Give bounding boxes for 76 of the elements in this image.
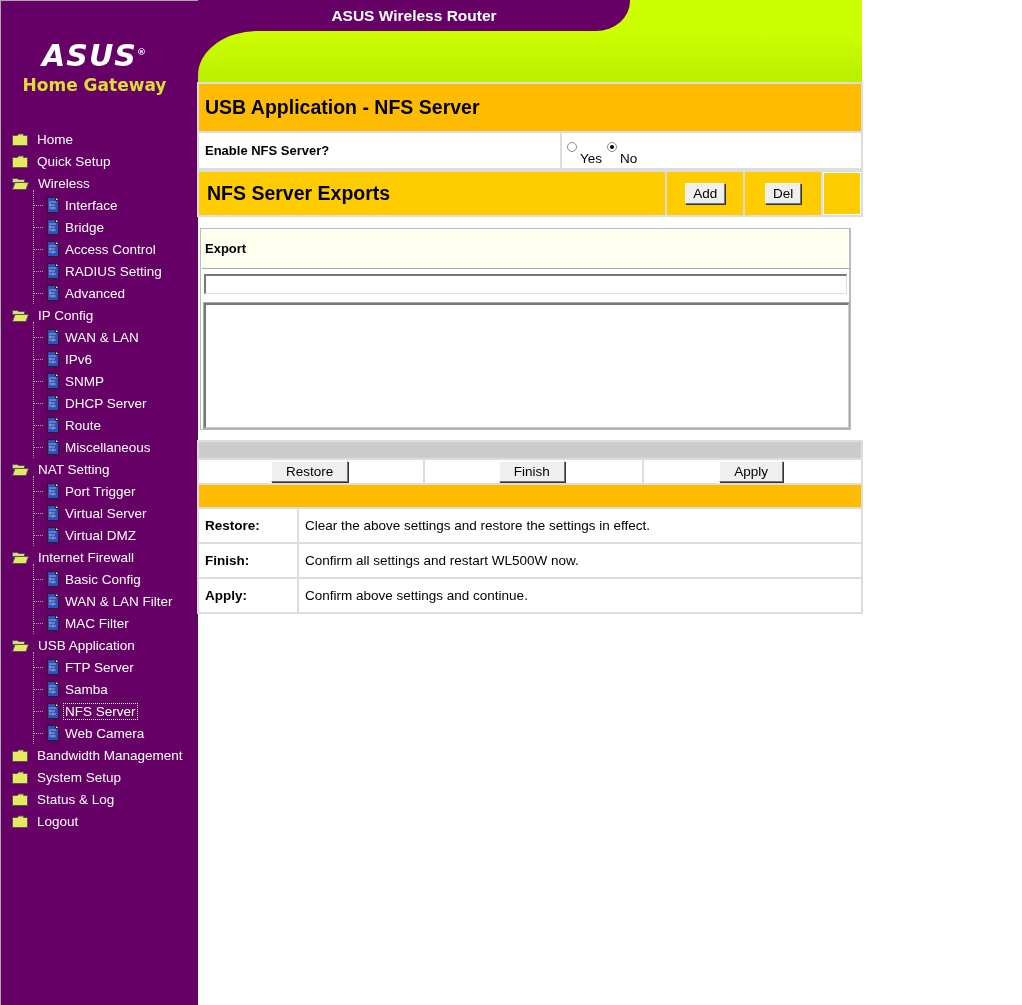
help-description: Clear the above settings and restore the settings in effect. — [299, 509, 861, 542]
radio-label: Yes — [580, 150, 603, 166]
sidebar-item[interactable]: Basic Config — [63, 570, 143, 588]
document-icon — [47, 241, 59, 257]
document-icon — [47, 285, 59, 301]
sidebar-item[interactable]: Home — [35, 130, 75, 148]
sidebar-item[interactable]: IPv6 — [63, 350, 94, 368]
field-label: Enable NFS Server? — [199, 133, 560, 168]
sidebar-item[interactable]: WAN & LAN Filter — [63, 592, 175, 610]
delete-button[interactable]: Del — [765, 183, 802, 204]
sidebar-item[interactable]: Access Control — [63, 240, 158, 258]
sidebar-item[interactable]: IP Config — [36, 306, 96, 324]
sidebar-item[interactable]: Port Trigger — [63, 482, 138, 500]
sidebar-item[interactable]: Miscellaneous — [63, 438, 153, 456]
sidebar-item[interactable]: Logout — [35, 812, 81, 830]
finish-button[interactable]: Finish — [498, 461, 565, 482]
document-icon — [47, 505, 59, 521]
sidebar-item[interactable]: Route — [63, 416, 104, 434]
header-title: ASUS Wireless Router — [331, 6, 497, 25]
document-icon — [47, 417, 59, 433]
document-icon — [47, 329, 59, 345]
document-icon — [47, 197, 59, 213]
help-description: Confirm all settings and restart WL500W now. — [299, 544, 861, 577]
sidebar-item[interactable]: Status & Log — [35, 790, 117, 808]
document-icon — [47, 219, 59, 235]
sidebar-item[interactable]: Bridge — [63, 218, 107, 236]
sidebar-item[interactable]: RADIUS Setting — [63, 262, 164, 280]
document-icon — [47, 395, 59, 411]
sidebar-item[interactable]: Internet Firewall — [36, 548, 137, 566]
sidebar-item[interactable]: Web Camera — [63, 724, 147, 742]
document-icon — [47, 351, 59, 367]
document-icon — [47, 527, 59, 543]
sidebar-item[interactable]: SNMP — [63, 372, 106, 390]
logo-subtitle: Home Gateway — [22, 75, 167, 95]
sidebar-item[interactable]: DHCP Server — [63, 394, 149, 412]
sidebar-item[interactable]: Virtual Server — [63, 504, 149, 522]
sidebar-item[interactable]: Wireless — [36, 174, 92, 192]
help-description: Confirm above settings and continue. — [299, 579, 861, 612]
document-icon — [47, 373, 59, 389]
sidebar-item[interactable]: MAC Filter — [63, 614, 131, 632]
column-header: Export — [202, 229, 849, 269]
logo-wordmark: ASUS$^{®}$ — [42, 37, 147, 71]
document-icon — [47, 681, 59, 697]
sidebar-item[interactable]: Samba — [63, 680, 110, 698]
document-icon — [47, 263, 59, 279]
document-icon — [47, 593, 59, 609]
page-title: USB Application - NFS Server — [199, 84, 861, 131]
document-icon — [47, 439, 59, 455]
sidebar-item[interactable]: USB Application — [36, 636, 137, 654]
help-term: Apply: — [199, 579, 297, 612]
document-icon — [47, 571, 59, 587]
document-icon — [47, 659, 59, 675]
apply-button[interactable]: Apply — [719, 461, 783, 482]
radio-label: No — [620, 150, 638, 166]
sidebar-item[interactable]: Virtual DMZ — [63, 526, 138, 544]
document-icon — [47, 483, 59, 499]
restore-button[interactable]: Restore — [271, 461, 349, 482]
sidebar-item[interactable]: System Setup — [35, 768, 124, 786]
export-input-field[interactable] — [204, 274, 847, 294]
sidebar-item[interactable]: Bandwidth Management — [35, 746, 185, 764]
help-term: Finish: — [199, 544, 297, 577]
sidebar-item[interactable]: FTP Server — [63, 658, 136, 676]
sidebar-item[interactable]: Quick Setup — [35, 152, 113, 170]
section-title: NFS Server Exports — [199, 172, 666, 215]
sidebar-item[interactable]: WAN & LAN — [63, 328, 141, 346]
help-term: Restore: — [199, 509, 297, 542]
sidebar-item[interactable]: NFS Server — [63, 702, 138, 720]
sidebar-item[interactable]: Advanced — [63, 284, 128, 302]
document-icon — [47, 725, 59, 741]
radio-button[interactable] — [607, 141, 618, 152]
sidebar-item[interactable]: NAT Setting — [36, 460, 112, 478]
document-icon — [47, 703, 59, 719]
document-icon — [47, 615, 59, 631]
sidebar-item[interactable]: Interface — [63, 196, 120, 214]
radio-button[interactable] — [567, 141, 577, 152]
add-button[interactable]: Add — [685, 183, 726, 204]
